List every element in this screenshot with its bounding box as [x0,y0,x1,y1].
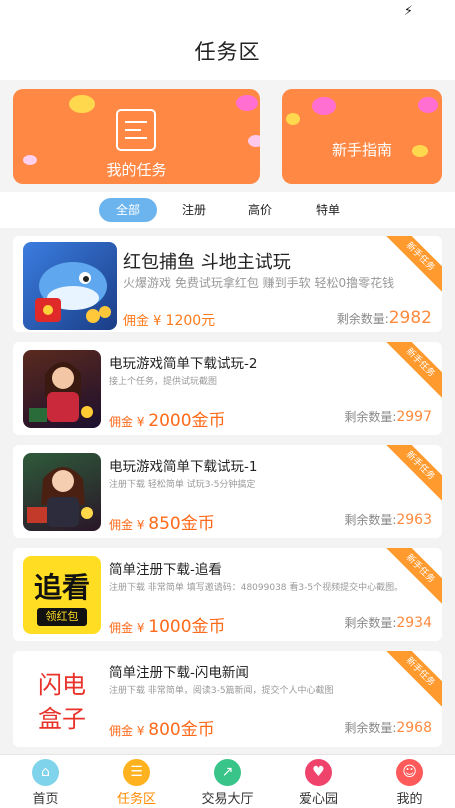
filter-tab-register[interactable]: 注册 [176,198,212,222]
task-description: 注册下载 非常简单，阅读3-5篇新闻，提交个人中心截图 [109,686,334,696]
tab-home[interactable]: ⌂ 首页 [0,755,91,808]
tab-label: 任务区 [116,792,156,807]
task-description: 火爆游戏 免费试玩拿红包 赚到手软 轻松0撸零花钱 [123,276,395,290]
game-thumbnail [23,453,101,531]
casino-image [29,362,93,422]
tab-tasks[interactable]: ☰ 任务区 [91,755,182,808]
remaining-count: 2963 [396,512,432,528]
task-title: 电玩游戏简单下载试玩-1 [109,459,258,475]
task-remaining: 剩余数量:2963 [344,511,432,528]
my-tasks-label: 我的任务 [106,161,167,179]
status-bar: ⚡︎ [0,0,455,24]
task-title: 红包捕鱼 斗地主试玩 [123,252,291,273]
logo-line-1: 闪电 [38,671,86,699]
heart-pulse-icon: ♥ [305,759,332,786]
task-description: 注册下载 非常简单 填写邀请码：48099038 看3-5个视频提交中心截图。 [109,583,404,593]
filter-tab-all[interactable]: 全部 [99,198,157,222]
reward-prefix: 佣金 ¥ [109,518,149,532]
banner-row: 我的任务 新手指南 [0,80,455,192]
decorative-heart [69,95,95,113]
shark-image [35,262,111,323]
app-logo: 追看 领红包 [23,556,101,634]
logo-line-2: 盒子 [38,705,86,733]
tab-label: 爱心园 [298,792,338,807]
tab-trading-hall[interactable]: ↗ 交易大厅 [182,755,273,808]
task-description: 注册下载 轻松简单 试玩3-5分钟搞定 [109,480,256,490]
casino-image [27,467,93,527]
remaining-label: 剩余数量: [336,312,389,326]
task-card[interactable]: 红包捕鱼 斗地主试玩 火爆游戏 免费试玩拿红包 赚到手软 轻松0撸零花钱 佣金 … [13,236,442,332]
remaining-label: 剩余数量: [344,513,397,527]
guide-banner[interactable]: 新手指南 [282,89,442,184]
lightning-icon: ⚡︎ [403,4,413,19]
reward-amount: 850金币 [148,514,215,534]
coins-icon: ☰ [123,759,150,786]
task-reward: 佣金 ¥ 2000金币 [109,406,226,431]
decorative-heart [248,135,260,147]
remaining-count: 2982 [388,308,432,328]
app-logo: 闪电 盒子 [23,659,101,737]
bottom-tab-bar: ⌂ 首页 ☰ 任务区 ↗ 交易大厅 ♥ 爱心园 ☺ 我的 [0,754,455,808]
task-description: 接上个任务，提供试玩截图 [109,377,218,387]
task-list: 红包捕鱼 斗地主试玩 火爆游戏 免费试玩拿红包 赚到手软 轻松0撸零花钱 佣金 … [0,228,455,754]
chart-icon: ↗ [214,759,241,786]
guide-label: 新手指南 [331,141,392,159]
task-reward: 佣金 ¥ 1000金币 [109,612,226,637]
tab-label: 交易大厅 [201,792,254,807]
task-remaining: 剩余数量:2982 [337,308,432,328]
reward-prefix: 佣金 ¥ [109,415,149,429]
filter-tab-high-price[interactable]: 高价 [242,198,278,222]
new-user-badge: 新手任务 [381,548,442,608]
task-remaining: 剩余数量:2997 [344,408,432,425]
task-reward: 佣金 ¥ 800金币 [109,715,215,740]
reward-amount: 2000金币 [148,411,226,431]
tab-label: 我的 [396,792,423,807]
decorative-heart [236,95,258,111]
task-card[interactable]: 电玩游戏简单下载试玩-1 注册下载 轻松简单 试玩3-5分钟搞定 佣金 ¥ 85… [13,445,442,538]
decorative-heart [312,97,336,115]
logo-text: 追看 [33,571,90,604]
task-title: 电玩游戏简单下载试玩-2 [109,356,258,372]
task-card[interactable]: 追看 领红包 简单注册下载-追看 注册下载 非常简单 填写邀请码：4809903… [13,548,442,641]
task-reward: 佣金 ¥ 1200元 [123,310,215,330]
reward-prefix: 佣金 ¥ [109,724,149,738]
task-remaining: 剩余数量:2934 [344,614,432,631]
new-user-badge: 新手任务 [381,342,442,402]
reward-amount: 1200元 [165,313,216,329]
task-card[interactable]: 闪电 盒子 简单注册下载-闪电新闻 注册下载 非常简单，阅读3-5篇新闻，提交个… [13,651,442,747]
reward-amount: 1000金币 [148,617,226,637]
remaining-count: 2997 [396,409,432,425]
remaining-label: 剩余数量: [344,616,397,630]
task-remaining: 剩余数量:2968 [344,719,432,736]
tab-label: 首页 [32,792,59,807]
page-title: 任务区 [194,40,261,64]
game-thumbnail [23,350,101,428]
remaining-count: 2934 [396,615,432,631]
reward-prefix: 佣金 ¥ [123,314,166,329]
reward-prefix: 佣金 ¥ [109,621,149,635]
task-list-icon [116,109,156,151]
task-card[interactable]: 电玩游戏简单下载试玩-2 接上个任务，提供试玩截图 佣金 ¥ 2000金币 剩余… [13,342,442,435]
my-tasks-banner[interactable]: 我的任务 [13,89,260,184]
reward-amount: 800金币 [148,720,215,740]
decorative-heart [286,113,300,125]
decorative-heart [418,97,438,113]
game-thumbnail [23,242,117,330]
remaining-count: 2968 [396,720,432,736]
remaining-label: 剩余数量: [344,410,397,424]
tab-mine[interactable]: ☺ 我的 [364,755,455,808]
filter-tab-special[interactable]: 特单 [310,198,346,222]
tab-love-garden[interactable]: ♥ 爱心园 [273,755,364,808]
task-title: 简单注册下载-闪电新闻 [109,665,249,681]
remaining-label: 剩余数量: [344,721,397,735]
new-user-badge: 新手任务 [381,651,442,711]
new-user-badge: 新手任务 [381,445,442,505]
task-reward: 佣金 ¥ 850金币 [109,509,215,534]
home-icon: ⌂ [32,759,59,786]
filter-tabs: 全部 注册 高价 特单 [0,192,455,228]
header: 任务区 [0,24,455,80]
task-title: 简单注册下载-追看 [109,562,222,578]
logo-subtext: 领红包 [37,608,87,626]
user-icon: ☺ [396,759,423,786]
